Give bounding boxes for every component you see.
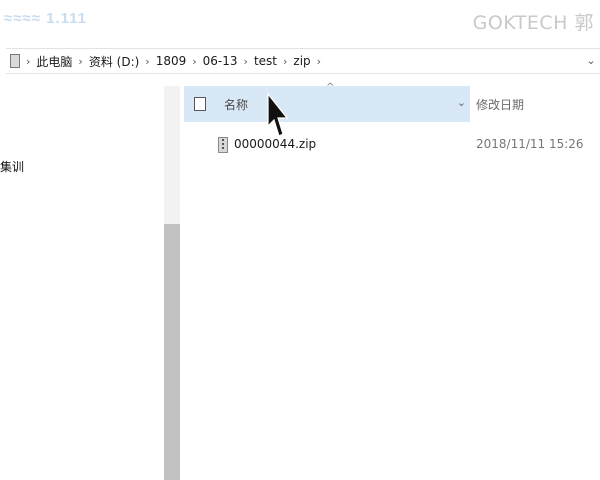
this-pc-icon[interactable]: [10, 54, 20, 68]
column-header-date-label: 修改日期: [476, 97, 525, 112]
breadcrumb-test[interactable]: test: [254, 54, 277, 68]
column-filter-chevron-icon[interactable]: ⌄: [457, 96, 466, 109]
breadcrumb-separator[interactable]: ›: [317, 55, 321, 68]
breadcrumb-separator[interactable]: ›: [26, 55, 30, 68]
breadcrumb-1809[interactable]: 1809: [156, 54, 187, 68]
file-explorer-window: ≈≈≈≈ 1.111 GOKTECH 郭 › 此电脑 › 资料 (D:) › 1…: [0, 0, 600, 480]
scrollbar-thumb[interactable]: [164, 224, 180, 480]
zip-file-icon: [218, 137, 228, 153]
nav-pane-item[interactable]: 集训: [0, 158, 24, 175]
column-header-row: 名称 ^ ⌄ 修改日期: [184, 82, 600, 122]
address-history-chevron-down-icon[interactable]: ⌄: [584, 53, 598, 69]
sort-ascending-icon: ^: [326, 82, 335, 93]
select-all-checkbox[interactable]: [194, 97, 206, 111]
nav-pane-scrollbar[interactable]: [164, 86, 180, 480]
column-header-date-modified[interactable]: 修改日期: [476, 86, 524, 122]
breadcrumb-zip[interactable]: zip: [293, 54, 310, 68]
file-list-item[interactable]: 00000044.zip 2018/11/11 15:26: [184, 130, 600, 160]
column-header-name[interactable]: 名称 ^ ⌄: [184, 82, 470, 122]
breadcrumb-separator[interactable]: ›: [283, 55, 287, 68]
breadcrumb-this-pc[interactable]: 此电脑: [36, 53, 72, 70]
breadcrumb-06-13[interactable]: 06-13: [203, 54, 238, 68]
mouse-pointer-icon: [267, 92, 289, 137]
watermark-brand: GOKTECH 郭: [472, 12, 594, 34]
file-date-modified: 2018/11/11 15:26: [476, 137, 584, 151]
column-header-name-label: 名称: [224, 97, 249, 112]
breadcrumb-drive-d[interactable]: 资料 (D:): [89, 53, 139, 70]
breadcrumb-separator[interactable]: ›: [78, 55, 82, 68]
breadcrumb-separator[interactable]: ›: [192, 55, 196, 68]
address-bar[interactable]: › 此电脑 › 资料 (D:) › 1809 › 06-13 › test › …: [6, 48, 600, 74]
breadcrumb-separator[interactable]: ›: [145, 55, 149, 68]
breadcrumb-separator[interactable]: ›: [244, 55, 248, 68]
watermark-logo: ≈≈≈≈ 1.111: [4, 10, 87, 27]
